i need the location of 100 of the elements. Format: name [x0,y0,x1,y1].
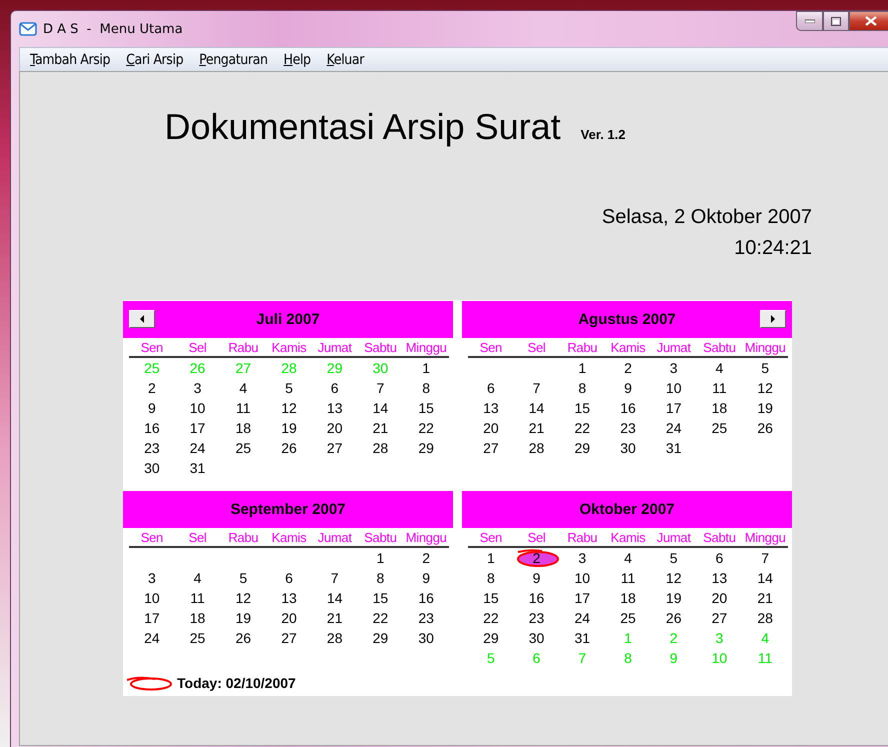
day-number[interactable]: 20 [326,420,342,436]
day-number[interactable]: 14 [326,590,342,606]
next-month-button[interactable] [760,310,786,328]
day-number[interactable]: 21 [757,590,773,606]
day-number[interactable]: 28 [372,440,388,456]
day-number[interactable]: 1 [376,550,384,566]
day-number[interactable]: 12 [281,400,297,416]
day-number[interactable]: 8 [486,570,495,586]
day-number[interactable]: 27 [281,630,297,646]
day-number[interactable]: 4 [716,360,724,376]
day-number[interactable]: 15 [483,590,499,606]
day-number[interactable]: 22 [574,420,590,436]
day-number[interactable]: 11 [190,590,205,606]
day-number[interactable]: 18 [190,610,206,626]
day-number[interactable]: 19 [235,610,252,626]
day-number[interactable]: 19 [666,590,682,606]
day-number[interactable]: 14 [757,570,773,586]
day-number[interactable]: 3 [578,550,586,566]
day-number[interactable]: 31 [190,460,206,476]
day-number[interactable]: 23 [620,420,636,436]
day-number[interactable]: 2 [422,550,430,566]
day-number[interactable]: 29 [483,630,499,646]
day-number[interactable]: 13 [712,570,728,586]
day-number[interactable]: 10 [574,570,590,586]
day-number[interactable]: 13 [326,400,342,416]
day-number[interactable]: 20 [483,420,499,436]
day-number[interactable]: 12 [666,570,682,586]
day-number[interactable]: 23 [528,610,544,626]
day-number[interactable]: 23 [144,440,160,456]
day-number[interactable]: 8 [376,570,384,586]
menu-item[interactable]: Help [276,52,319,68]
day-number[interactable]: 9 [624,380,632,396]
day-number[interactable]: 27 [326,440,342,456]
day-number[interactable]: 7 [376,380,384,396]
day-number[interactable]: 17 [574,590,590,606]
day-number[interactable]: 21 [326,610,342,626]
day-number[interactable]: 7 [532,380,540,396]
day-number[interactable]: 8 [422,380,430,396]
day-number[interactable]: 11 [712,380,727,396]
minimize-button[interactable] [796,11,823,31]
day-number[interactable]: 7 [761,550,770,566]
day-number[interactable]: 5 [285,380,293,396]
day-number[interactable]: 28 [528,440,544,456]
day-number[interactable]: 11 [620,570,636,586]
day-number[interactable]: 16 [418,590,434,606]
day-number[interactable]: 29 [418,440,434,456]
day-number[interactable]: 9 [148,400,156,416]
day-number[interactable]: 5 [761,360,770,376]
day-number[interactable]: 16 [144,420,160,436]
previous-month-button[interactable] [129,310,155,328]
day-number[interactable]: 5 [239,570,248,586]
day-number[interactable]: 27 [712,610,728,626]
day-number[interactable]: 3 [148,570,156,586]
day-number[interactable]: 4 [624,550,632,566]
day-number[interactable]: 1 [486,550,495,566]
day-number[interactable]: 25 [235,440,252,456]
day-number[interactable]: 6 [486,380,495,396]
day-number[interactable]: 30 [144,460,160,476]
day-number[interactable]: 2 [148,380,156,396]
day-number[interactable]: 10 [190,400,206,416]
day-number[interactable]: 31 [666,440,682,456]
day-number[interactable]: 24 [666,420,682,436]
day-number[interactable]: 17 [666,400,682,416]
day-number[interactable]: 18 [620,590,636,606]
day-number[interactable]: 16 [620,400,636,416]
day-number[interactable]: 17 [190,420,206,436]
day-number[interactable]: 28 [326,630,342,646]
close-button[interactable] [849,11,888,31]
menu-item[interactable]: Cari Arsip [118,52,192,68]
day-number[interactable]: 18 [712,400,728,416]
day-number[interactable]: 19 [281,420,297,436]
day-number[interactable]: 14 [528,400,544,416]
day-number[interactable]: 8 [578,380,586,396]
day-number[interactable]: 18 [235,420,252,436]
day-number[interactable]: 25 [620,610,636,626]
day-number[interactable]: 6 [285,570,293,586]
day-number[interactable]: 30 [418,630,434,646]
day-number[interactable]: 30 [528,630,544,646]
day-number[interactable]: 2 [624,360,632,376]
day-number[interactable]: 16 [528,590,544,606]
day-number[interactable]: 6 [330,380,339,396]
day-number[interactable]: 5 [670,550,678,566]
day-number[interactable]: 7 [330,570,339,586]
day-number[interactable]: 3 [670,360,678,376]
day-number[interactable]: 26 [757,420,773,436]
day-number[interactable]: 1 [422,360,430,376]
day-number[interactable]: 24 [190,440,206,456]
day-number[interactable]: 2 [532,550,540,566]
menu-item[interactable]: Tambah Arsip [22,52,118,68]
day-number[interactable]: 25 [712,420,728,436]
day-number[interactable]: 22 [418,420,434,436]
day-number[interactable]: 19 [757,400,773,416]
day-number[interactable]: 24 [144,630,160,646]
day-number[interactable]: 17 [144,610,160,626]
day-number[interactable]: 10 [666,380,682,396]
day-number[interactable]: 9 [532,570,540,586]
day-number[interactable]: 14 [372,400,388,416]
day-number[interactable]: 3 [194,380,202,396]
day-number[interactable]: 24 [574,610,590,626]
day-number[interactable]: 11 [236,400,251,416]
